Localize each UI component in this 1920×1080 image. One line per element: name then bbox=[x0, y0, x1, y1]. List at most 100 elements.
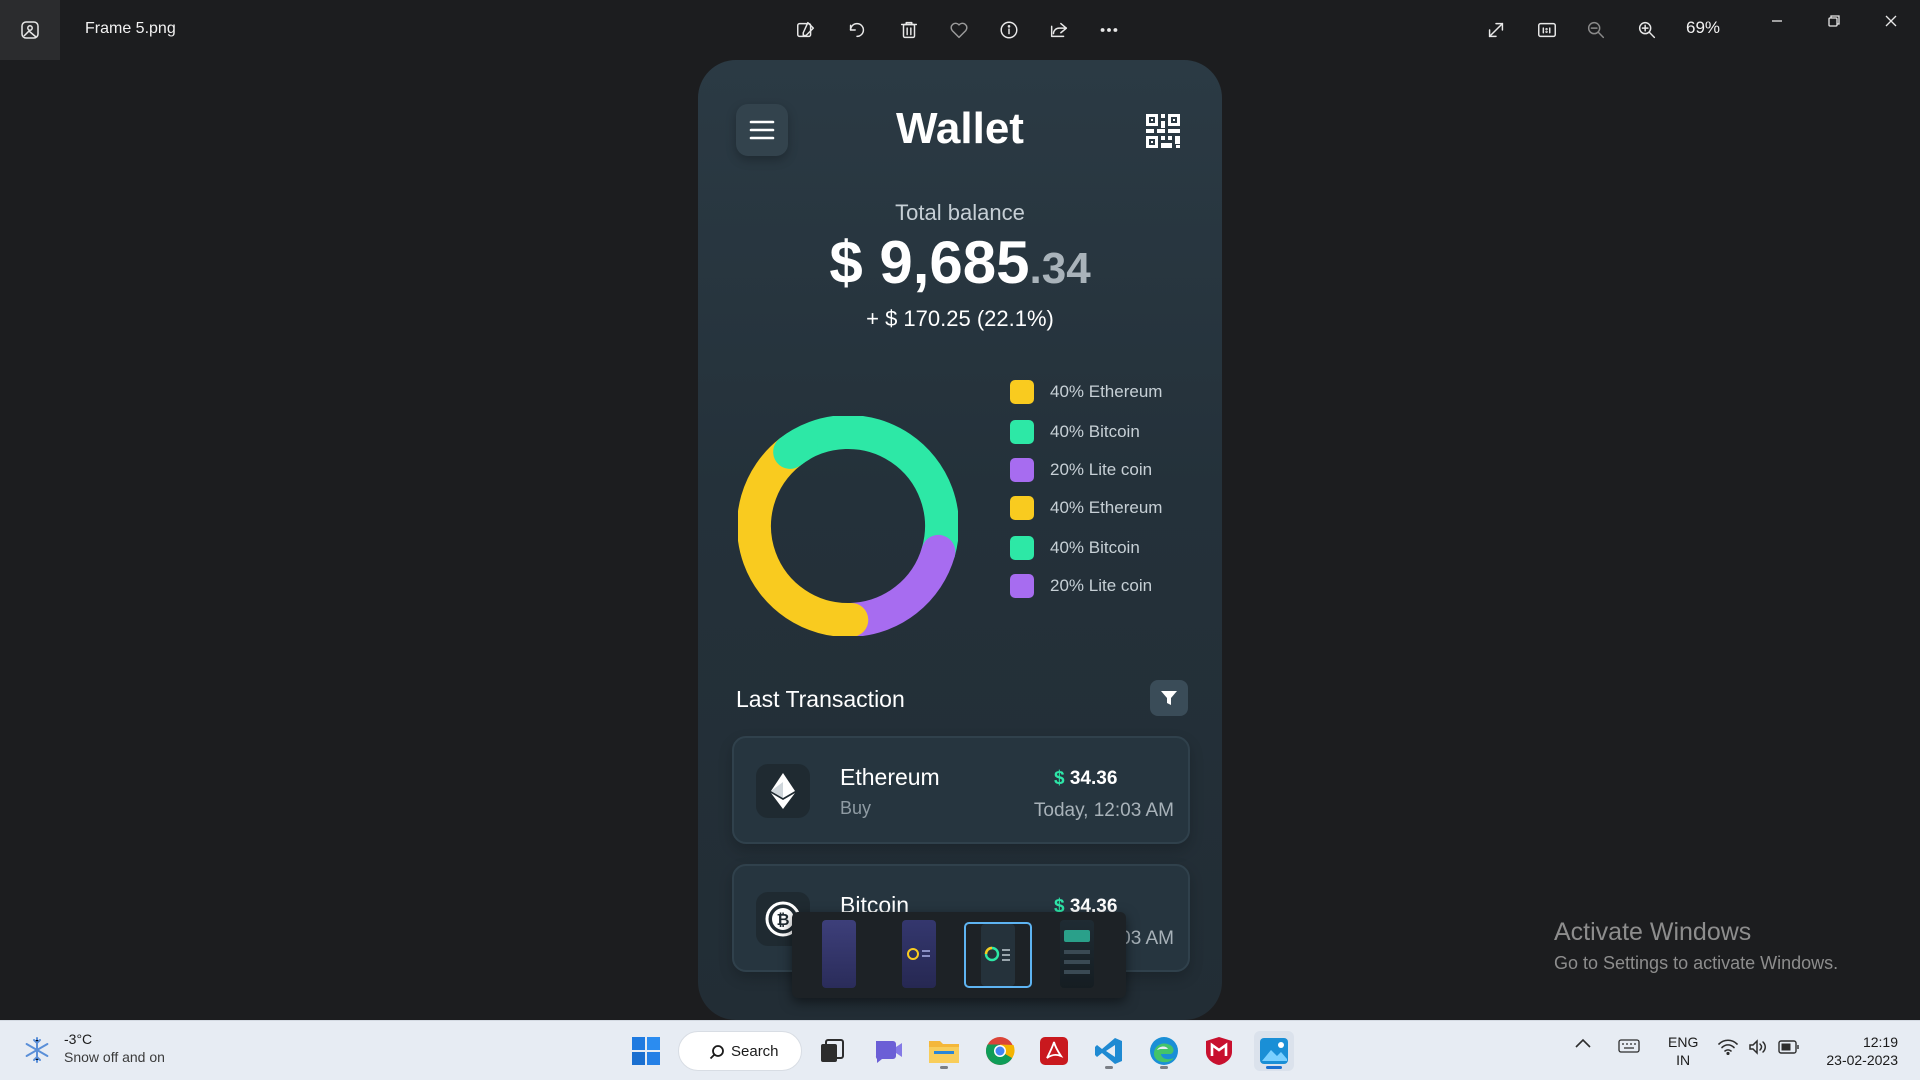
portfolio-donut-chart bbox=[738, 416, 958, 636]
watermark-title: Activate Windows bbox=[1554, 918, 1752, 946]
filmstrip bbox=[792, 912, 1126, 998]
legend-label: 20% Lite coin bbox=[1050, 460, 1153, 479]
edit-icon[interactable] bbox=[789, 13, 823, 47]
wifi-icon[interactable] bbox=[1718, 1039, 1738, 1058]
fullscreen-icon[interactable] bbox=[1479, 13, 1513, 47]
legend-label: 40% Bitcoin bbox=[1050, 422, 1140, 441]
show-hidden-icons[interactable] bbox=[1574, 1037, 1592, 1054]
restore-icon[interactable] bbox=[1814, 6, 1854, 36]
favorite-icon[interactable] bbox=[942, 13, 976, 47]
legend-swatch bbox=[1010, 458, 1034, 482]
language-indicator[interactable]: ENG IN bbox=[1668, 1033, 1698, 1069]
transaction-amount: $ 34.36 bbox=[1054, 768, 1117, 790]
zoom-out-icon[interactable] bbox=[1579, 13, 1613, 47]
last-transaction-heading: Last Transaction bbox=[736, 686, 905, 712]
delete-icon[interactable] bbox=[892, 13, 926, 47]
share-icon[interactable] bbox=[1042, 13, 1076, 47]
thumbnail-2[interactable] bbox=[902, 920, 936, 988]
thumbnail-4[interactable] bbox=[1060, 920, 1094, 988]
legend-swatch bbox=[1010, 574, 1034, 598]
svg-text:₿: ₿ bbox=[776, 910, 789, 929]
legend-label: 40% Ethereum bbox=[1050, 382, 1163, 401]
minimize-icon[interactable] bbox=[1757, 6, 1797, 36]
legend-label: 40% Ethereum bbox=[1050, 498, 1163, 517]
acrobat-icon[interactable] bbox=[1034, 1031, 1074, 1071]
legend-swatch bbox=[1010, 420, 1034, 444]
snow-icon bbox=[25, 1037, 49, 1063]
meet-icon[interactable] bbox=[868, 1031, 908, 1071]
rotate-icon[interactable] bbox=[840, 13, 874, 47]
taskbar-search[interactable]: Search bbox=[678, 1031, 802, 1071]
transaction-time: Today, 12:03 AM bbox=[1033, 800, 1174, 821]
legend-item: 40% Bitcoin bbox=[1010, 536, 1140, 560]
filter-icon bbox=[1161, 691, 1177, 705]
weather-description: Snow off and on bbox=[64, 1049, 165, 1065]
legend-swatch bbox=[1010, 536, 1034, 560]
legend-item: 20% Lite coin bbox=[1010, 458, 1152, 482]
page-title: Wallet bbox=[896, 104, 1024, 153]
legend-swatch bbox=[1010, 380, 1034, 404]
transaction-type: Buy bbox=[840, 798, 872, 818]
search-icon bbox=[709, 1045, 724, 1060]
amount-value: 34.36 bbox=[1069, 768, 1118, 789]
zoom-in-icon[interactable] bbox=[1630, 13, 1664, 47]
ethereum-icon bbox=[756, 764, 810, 818]
region-code: IN bbox=[1676, 1052, 1691, 1068]
language-code: ENG bbox=[1668, 1034, 1699, 1050]
file-explorer-icon[interactable] bbox=[924, 1031, 964, 1071]
search-label: Search bbox=[731, 1042, 779, 1060]
task-view-icon[interactable] bbox=[812, 1031, 852, 1071]
balance-amount: $ 9,685 bbox=[829, 229, 1030, 296]
weather-temperature: -3°C bbox=[64, 1031, 93, 1047]
chrome-icon[interactable] bbox=[980, 1031, 1020, 1071]
running-indicator bbox=[940, 1066, 948, 1069]
legend-swatch bbox=[1010, 496, 1034, 520]
running-indicator bbox=[1160, 1066, 1168, 1069]
balance-change: + $ 170.25 (22.1%) bbox=[866, 306, 1054, 331]
filter-button[interactable] bbox=[1150, 680, 1188, 716]
mcafee-icon[interactable] bbox=[1199, 1031, 1239, 1071]
activate-windows-watermark: Activate Windows Go to Settings to activ… bbox=[1554, 918, 1838, 974]
weather-widget[interactable]: -3°C Snow off and on bbox=[22, 1031, 165, 1065]
legend-item: 20% Lite coin bbox=[1010, 574, 1152, 598]
watermark-subtitle: Go to Settings to activate Windows. bbox=[1554, 953, 1839, 973]
photos-app-icon[interactable] bbox=[0, 0, 60, 60]
volume-icon[interactable] bbox=[1748, 1039, 1768, 1058]
legend-item: 40% Bitcoin bbox=[1010, 420, 1140, 444]
start-icon[interactable] bbox=[626, 1031, 666, 1071]
edge-icon[interactable] bbox=[1144, 1031, 1184, 1071]
title-bar: Frame 5.png 69% bbox=[0, 0, 1920, 60]
battery-icon[interactable] bbox=[1778, 1040, 1800, 1057]
qr-code-icon[interactable] bbox=[1146, 114, 1180, 148]
total-balance: $ 9,685.34 bbox=[698, 228, 1222, 297]
legend-item: 40% Ethereum bbox=[1010, 380, 1162, 404]
clock-date: 23-02-2023 bbox=[1826, 1052, 1898, 1068]
transaction-time: 03 AM bbox=[1120, 928, 1174, 949]
info-icon[interactable] bbox=[992, 13, 1026, 47]
transaction-name: Ethereum bbox=[840, 764, 940, 790]
balance-cents: .34 bbox=[1029, 244, 1091, 293]
legend-label: 40% Bitcoin bbox=[1050, 538, 1140, 557]
photos-icon[interactable] bbox=[1254, 1031, 1294, 1071]
currency-symbol: $ bbox=[1054, 768, 1065, 789]
zoom-level[interactable]: 69% bbox=[1686, 18, 1720, 38]
active-indicator bbox=[1266, 1066, 1282, 1069]
total-balance-label: Total balance bbox=[895, 200, 1025, 225]
system-clock[interactable]: 12:19 23-02-2023 bbox=[1826, 1033, 1898, 1069]
donut-slice-ethereum bbox=[738, 434, 869, 636]
thumbnail-1[interactable] bbox=[822, 920, 856, 988]
more-icon[interactable] bbox=[1092, 13, 1126, 47]
running-indicator bbox=[1105, 1066, 1113, 1069]
taskbar: -3°C Snow off and on Search ENG IN 12:19… bbox=[0, 1020, 1920, 1080]
close-icon[interactable] bbox=[1871, 6, 1911, 36]
transaction-card-ethereum[interactable]: Ethereum Buy $ 34.36 Today, 12:03 AM bbox=[732, 736, 1190, 844]
vscode-icon[interactable] bbox=[1089, 1031, 1129, 1071]
actual-size-icon[interactable] bbox=[1530, 13, 1564, 47]
file-name: Frame 5.png bbox=[85, 20, 176, 37]
keyboard-icon[interactable] bbox=[1618, 1039, 1640, 1056]
thumbnail-3[interactable] bbox=[981, 924, 1015, 986]
donut-slice-cap bbox=[773, 427, 818, 469]
legend-label: 20% Lite coin bbox=[1050, 576, 1153, 595]
clock-time: 12:19 bbox=[1862, 1034, 1898, 1050]
legend-item: 40% Ethereum bbox=[1010, 496, 1162, 520]
